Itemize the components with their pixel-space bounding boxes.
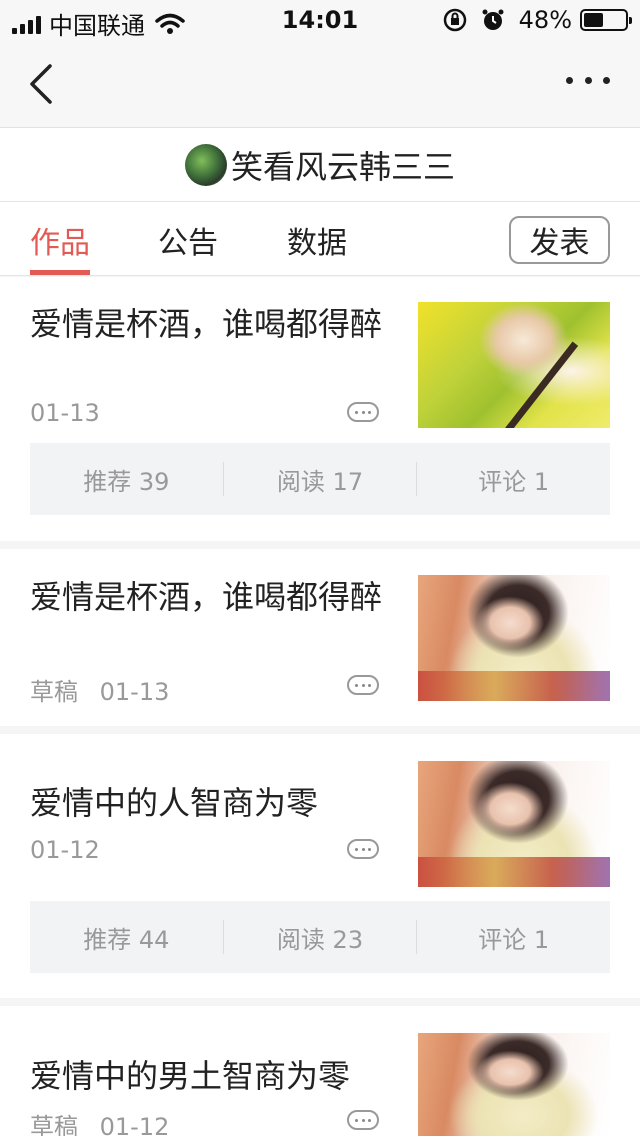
article-title[interactable]: 爱情中的人智商为零 (30, 782, 390, 824)
publish-button[interactable]: 发表 (509, 216, 610, 264)
battery-percent: 48% (518, 6, 572, 34)
article-thumbnail[interactable] (418, 1033, 610, 1136)
article-date: 01-12 (99, 1113, 170, 1136)
recommend-count[interactable]: 推荐 39 (30, 462, 223, 497)
article-card[interactable]: 爱情是杯酒，谁喝都得醉 01-13 推荐 39 阅读 17 评论 1 (0, 277, 640, 541)
draft-label: 草稿 (30, 1113, 78, 1136)
recommend-count[interactable]: 推荐 44 (30, 920, 223, 955)
article-menu-icon[interactable] (347, 1110, 379, 1130)
article-card[interactable]: 爱情中的人智商为零 01-12 推荐 44 阅读 23 评论 1 (0, 734, 640, 998)
battery-icon (580, 9, 632, 31)
rotation-lock-icon (443, 8, 466, 32)
more-icon[interactable] (566, 70, 610, 90)
article-menu-icon[interactable] (347, 839, 379, 859)
tab-announcement[interactable]: 公告 (158, 218, 218, 262)
article-stats: 推荐 39 阅读 17 评论 1 (30, 443, 610, 515)
comment-count[interactable]: 评论 1 (417, 920, 610, 955)
read-count[interactable]: 阅读 17 (224, 462, 417, 497)
nav-bar (0, 40, 640, 128)
article-stats: 推荐 44 阅读 23 评论 1 (30, 901, 610, 973)
article-date: 01-12 (30, 836, 100, 864)
article-title[interactable]: 爱情中的男土智商为零 (30, 1055, 390, 1097)
status-right: 48% (443, 6, 632, 34)
article-thumbnail[interactable] (418, 575, 610, 701)
active-tab-indicator (30, 270, 90, 275)
avatar[interactable] (184, 143, 227, 186)
alarm-icon (482, 9, 504, 30)
article-date: 01-13 (99, 678, 170, 706)
comment-count[interactable]: 评论 1 (417, 462, 610, 497)
article-thumbnail[interactable] (418, 761, 610, 887)
profile-name: 笑看风云韩三三 (230, 147, 455, 186)
draft-label: 草稿 (30, 678, 78, 706)
article-menu-icon[interactable] (347, 675, 379, 695)
article-meta: 01-13 (30, 399, 100, 427)
profile-header: 笑看风云韩三三 (0, 128, 640, 202)
article-menu-icon[interactable] (347, 402, 379, 422)
read-count[interactable]: 阅读 23 (224, 920, 417, 955)
article-card[interactable]: 爱情是杯酒，谁喝都得醉 草稿 01-13 (0, 549, 640, 726)
article-meta: 草稿 01-12 (30, 1107, 169, 1136)
article-meta: 01-12 (30, 836, 100, 864)
tab-bar: 作品 公告 数据 发表 (0, 202, 640, 276)
article-meta: 草稿 01-13 (30, 672, 169, 707)
status-bar: 中国联通 14:01 48% (0, 0, 640, 40)
tab-data[interactable]: 数据 (287, 218, 347, 262)
article-title[interactable]: 爱情是杯酒，谁喝都得醉 (30, 576, 390, 618)
article-title[interactable]: 爱情是杯酒，谁喝都得醉 (30, 303, 390, 345)
article-card[interactable]: 爱情中的男土智商为零 草稿 01-12 (0, 1006, 640, 1136)
article-date: 01-13 (30, 399, 100, 427)
tab-works[interactable]: 作品 (30, 218, 90, 262)
article-thumbnail[interactable] (418, 302, 610, 428)
back-icon[interactable] (22, 60, 62, 108)
